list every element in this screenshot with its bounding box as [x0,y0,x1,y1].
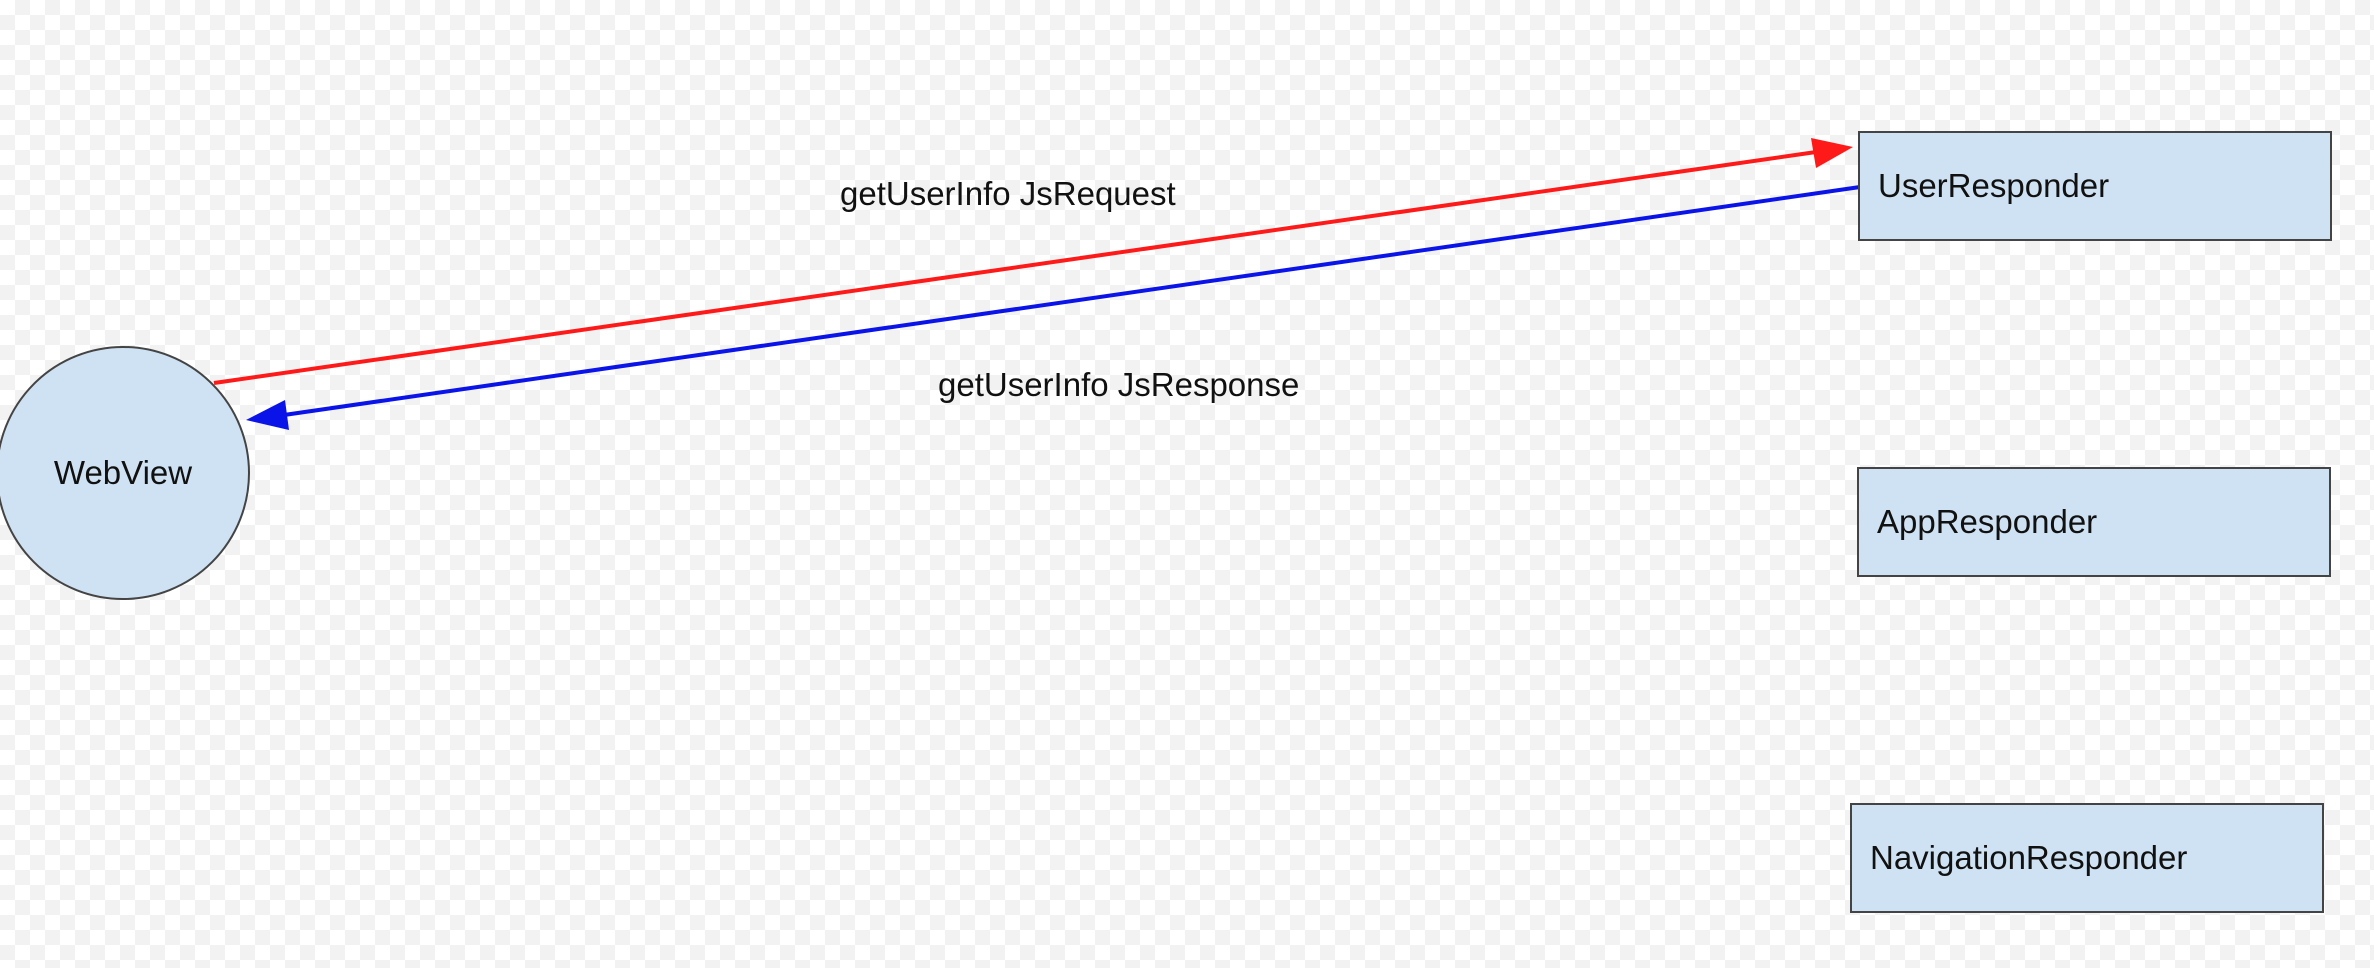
app-responder-node[interactable]: AppResponder [1857,467,2331,577]
app-responder-label: AppResponder [1877,503,2098,540]
request-arrowhead [1811,138,1853,168]
navigation-responder-label: NavigationResponder [1870,839,2188,876]
user-responder-node[interactable]: UserResponder [1858,131,2332,241]
request-edge-label: getUserInfo JsRequest [840,175,1176,212]
webview-node[interactable]: WebView [0,346,250,600]
response-edge-label: getUserInfo JsResponse [938,366,1300,403]
navigation-responder-node[interactable]: NavigationResponder [1850,803,2324,913]
user-responder-label: UserResponder [1878,167,2110,204]
webview-node-label: WebView [53,454,193,491]
response-arrowhead [246,400,289,430]
